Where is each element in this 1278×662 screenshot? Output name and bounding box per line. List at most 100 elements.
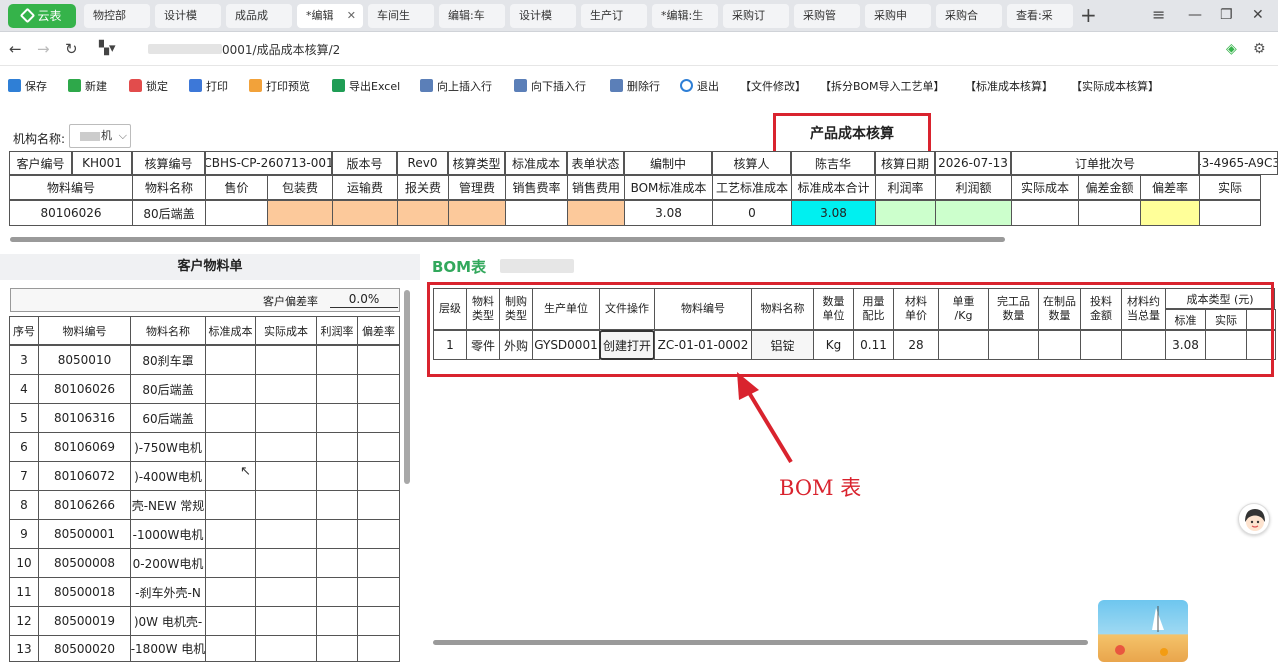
customer-bom-cell[interactable] [357,374,400,404]
header-horizontal-scrollbar[interactable] [10,237,1005,242]
header-value-cell[interactable] [448,200,506,226]
tab-10[interactable]: 采购订 [723,4,789,28]
header-value-cell[interactable] [332,200,398,226]
customer-bom-cell[interactable] [357,577,400,607]
customer-bom-cell[interactable] [357,490,400,520]
tab-5[interactable]: 车间生 [368,4,434,28]
customer-bom-cell[interactable] [316,432,358,462]
customer-bom-cell[interactable] [357,461,400,491]
bom-horizontal-scrollbar[interactable] [433,640,1088,645]
customer-bom-cell[interactable] [316,374,358,404]
header-value-cell[interactable] [1199,200,1261,226]
header-value-cell[interactable] [567,200,625,226]
actual-cost-button[interactable]: 【实际成本核算】 [1071,78,1159,96]
header-row1-cell[interactable]: Rev0 [397,151,448,175]
header-value-cell[interactable] [205,200,268,226]
customer-bom-cell[interactable] [205,374,256,404]
extension-icon[interactable]: ◈ [1226,40,1237,58]
header-value-cell[interactable]: 3.08 [624,200,713,226]
header-value-cell[interactable] [1011,200,1079,226]
customer-bom-cell[interactable] [255,490,317,520]
url-text[interactable]: 0001/成品成本核算/2 [222,41,340,58]
header-value-cell[interactable] [397,200,449,226]
customer-bom-vertical-scrollbar[interactable] [404,290,410,484]
tab-11[interactable]: 采购管 [794,4,860,28]
customer-bom-cell[interactable] [316,635,358,662]
tab-12[interactable]: 采购申 [865,4,931,28]
customer-bom-cell[interactable] [255,635,317,662]
split-bom-button[interactable]: 【拆分BOM导入工艺单】 [820,78,945,96]
header-row1-cell[interactable]: CA43-4965-A9C3-32 [1199,151,1278,175]
close-icon[interactable]: ✕ [347,4,356,28]
assistant-avatar[interactable] [1238,503,1270,535]
header-row1-cell[interactable]: CBHS-CP-260713-001 [205,151,332,175]
new-button[interactable]: 新建 [68,78,107,96]
customer-bom-cell[interactable] [316,548,358,578]
tab-2[interactable]: 设计模 [155,4,221,28]
header-value-cell[interactable] [875,200,936,226]
export-excel-button[interactable]: 导出Excel [332,78,400,96]
customer-bom-cell[interactable] [357,548,400,578]
tab-bom[interactable]: BOM表 [432,256,486,277]
file-modify-button[interactable]: 【文件修改】 [740,78,806,96]
window-close-icon[interactable]: ✕ [1252,6,1264,24]
customer-bom-cell[interactable] [205,490,256,520]
customer-bom-cell[interactable] [205,606,256,636]
app-logo-button[interactable]: 云表 [8,4,76,28]
customer-bom-cell[interactable] [316,577,358,607]
forward-icon[interactable]: → [37,40,50,58]
customer-bom-cell[interactable] [255,374,317,404]
customer-bom-cell[interactable] [357,403,400,433]
customer-deviation-value[interactable]: 0.0% [330,291,398,308]
customer-bom-cell[interactable] [357,635,400,662]
customer-bom-cell[interactable] [255,432,317,462]
customer-bom-cell[interactable] [205,403,256,433]
header-value-cell[interactable]: 80106026 [9,200,133,226]
header-value-cell[interactable] [1078,200,1141,226]
customer-bom-cell[interactable] [255,403,317,433]
settings-gear-icon[interactable]: ⚙ [1253,40,1266,58]
customer-bom-cell[interactable] [316,490,358,520]
tab-9[interactable]: *编辑:生 [652,4,718,28]
customer-bom-cell[interactable] [255,548,317,578]
customer-bom-cell[interactable] [357,432,400,462]
print-button[interactable]: 打印 [189,78,228,96]
standard-cost-button[interactable]: 【标准成本核算】 [965,78,1053,96]
customer-bom-cell[interactable] [316,519,358,549]
header-value-cell[interactable] [267,200,333,226]
back-icon[interactable]: ← [9,40,22,58]
customer-bom-cell[interactable] [255,345,317,375]
header-row1-cell[interactable]: KH001 [72,151,132,175]
tab-4-active[interactable]: *编辑 ✕ [297,4,363,28]
insert-row-below-button[interactable]: 向下插入行 [514,78,586,96]
tab-1[interactable]: 物控部 [84,4,150,28]
header-value-cell[interactable] [1140,200,1200,226]
customer-bom-cell[interactable] [357,606,400,636]
customer-bom-cell[interactable] [255,606,317,636]
customer-bom-cell[interactable] [205,345,256,375]
customer-bom-cell[interactable] [316,461,358,491]
header-row1-cell[interactable]: 编制中 [624,151,712,175]
header-row1-cell[interactable]: 陈吉华 [791,151,875,175]
customer-bom-cell[interactable] [357,345,400,375]
header-row1-cell[interactable]: 2026-07-13 [935,151,1011,175]
customer-bom-cell[interactable] [316,606,358,636]
org-name-select[interactable]: 机 ⌵ [69,124,131,148]
minimize-icon[interactable]: — [1188,6,1202,24]
header-row1-cell[interactable]: 标准成本 [505,151,567,175]
tab-7[interactable]: 设计模 [510,4,576,28]
refresh-icon[interactable]: ↻ [65,40,78,58]
customer-bom-cell[interactable] [357,519,400,549]
tab-8[interactable]: 生产订 [581,4,647,28]
new-tab-icon[interactable]: + [1080,3,1097,27]
menu-icon[interactable]: ≡ [1152,6,1165,24]
customer-bom-cell[interactable] [255,461,317,491]
header-value-cell[interactable]: 80后端盖 [132,200,206,226]
customer-bom-cell[interactable] [255,519,317,549]
tab-13[interactable]: 采购合 [936,4,1002,28]
save-button[interactable]: 保存 [8,78,47,96]
tab-6[interactable]: 编辑:车 [439,4,505,28]
customer-bom-cell[interactable] [205,432,256,462]
exit-button[interactable]: 退出 [680,78,719,96]
promo-thumbnail[interactable] [1098,600,1188,662]
